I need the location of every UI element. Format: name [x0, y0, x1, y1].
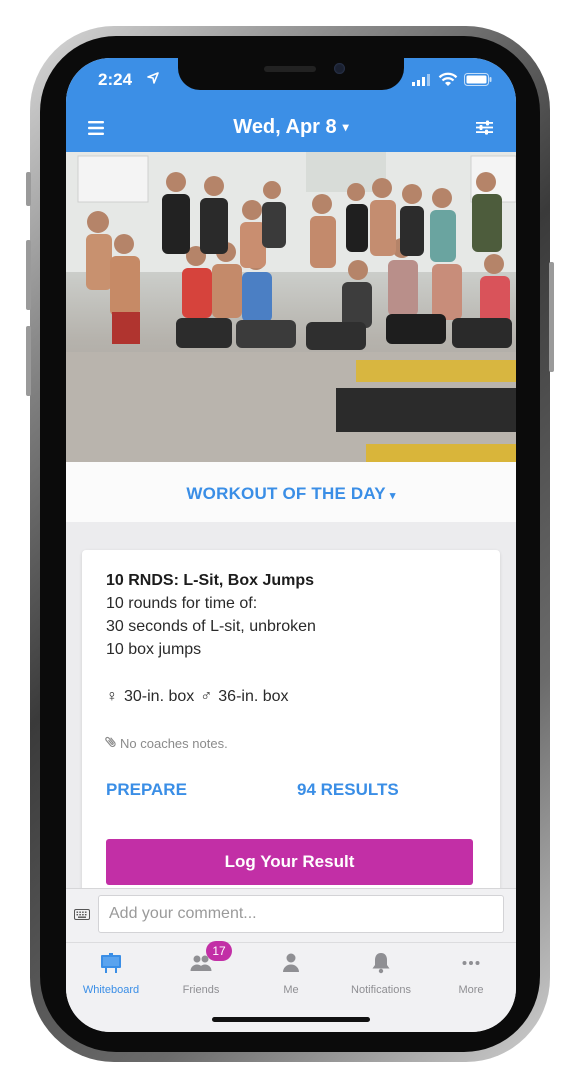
volume-up-button — [26, 240, 31, 310]
date-selector[interactable]: Wed, Apr 8 ▾ — [66, 116, 516, 139]
bell-icon — [372, 953, 390, 974]
results-link[interactable]: 94 RESULTS — [297, 780, 399, 800]
battery-icon — [464, 73, 492, 86]
power-button — [549, 262, 554, 372]
screen: 2:24 Wed, Apr 8 ▾ WORKOUT OF THE DAY ▾ 1… — [66, 58, 516, 1032]
tab-label: Friends — [182, 984, 220, 996]
gym-group-photo — [66, 152, 516, 462]
hero-photo — [66, 152, 516, 462]
location-arrow-icon — [147, 72, 159, 84]
workout-of-the-day-header[interactable]: WORKOUT OF THE DAY ▾ — [66, 462, 516, 522]
workout-line: 30 seconds of L-sit, unbroken — [106, 618, 316, 635]
chevron-down-icon: ▾ — [389, 490, 396, 502]
whiteboard-icon — [101, 953, 121, 973]
status-time: 2:24 — [98, 70, 133, 89]
coaches-notes-text: No coaches notes. — [120, 736, 228, 751]
date-title: Wed, Apr 8 — [233, 116, 337, 138]
tab-me[interactable]: Me — [246, 951, 336, 1003]
tab-label: Whiteboard — [82, 984, 140, 996]
notch — [178, 58, 404, 90]
coaches-notes: No coaches notes. — [105, 734, 228, 751]
tab-notifications[interactable]: Notifications — [336, 951, 426, 1003]
filter-sliders-icon[interactable] — [476, 120, 493, 135]
section-title-text: WORKOUT OF THE DAY — [186, 484, 386, 503]
mute-switch — [26, 172, 31, 206]
male-scale: 36-in. box — [218, 688, 289, 705]
workout-line: 10 box jumps — [106, 641, 202, 658]
workout-scaling: ♀ 30-in. box ♂ 36-in. box — [106, 688, 295, 706]
tab-friends[interactable]: 17 Friends — [156, 941, 246, 1003]
top-navigation-bar: Wed, Apr 8 ▾ — [66, 104, 516, 152]
male-symbol-icon: ♂ — [200, 688, 213, 705]
section-title: WORKOUT OF THE DAY ▾ — [66, 484, 516, 504]
female-symbol-icon: ♀ — [106, 688, 118, 705]
more-icon — [462, 961, 480, 965]
home-indicator[interactable] — [212, 1017, 370, 1022]
workout-card: 10 RNDS: L-Sit, Box Jumps 10 rounds for … — [82, 550, 500, 910]
keyboard-icon[interactable] — [74, 909, 90, 920]
workout-line: 10 rounds for time of: — [106, 595, 258, 612]
comment-input[interactable] — [98, 895, 504, 933]
tab-label: More — [458, 984, 484, 996]
comment-bar — [66, 888, 516, 943]
tab-label: Notifications — [351, 984, 411, 996]
volume-down-button — [26, 326, 31, 396]
tab-more[interactable]: More — [426, 951, 516, 1003]
tab-whiteboard[interactable]: Whiteboard — [66, 951, 156, 1003]
friends-badge: 17 — [206, 941, 232, 961]
person-icon — [283, 953, 299, 972]
wifi-icon — [438, 72, 458, 86]
chevron-down-icon: ▾ — [342, 120, 349, 134]
cellular-signal-icon — [412, 74, 430, 86]
speaker — [264, 66, 316, 72]
log-your-result-button[interactable]: Log Your Result — [106, 839, 473, 885]
female-scale: 30-in. box — [124, 688, 195, 705]
prepare-link[interactable]: PREPARE — [106, 780, 187, 800]
tab-label: Me — [283, 984, 299, 996]
front-camera — [334, 63, 345, 74]
workout-title: 10 RNDS: L-Sit, Box Jumps — [106, 572, 315, 589]
